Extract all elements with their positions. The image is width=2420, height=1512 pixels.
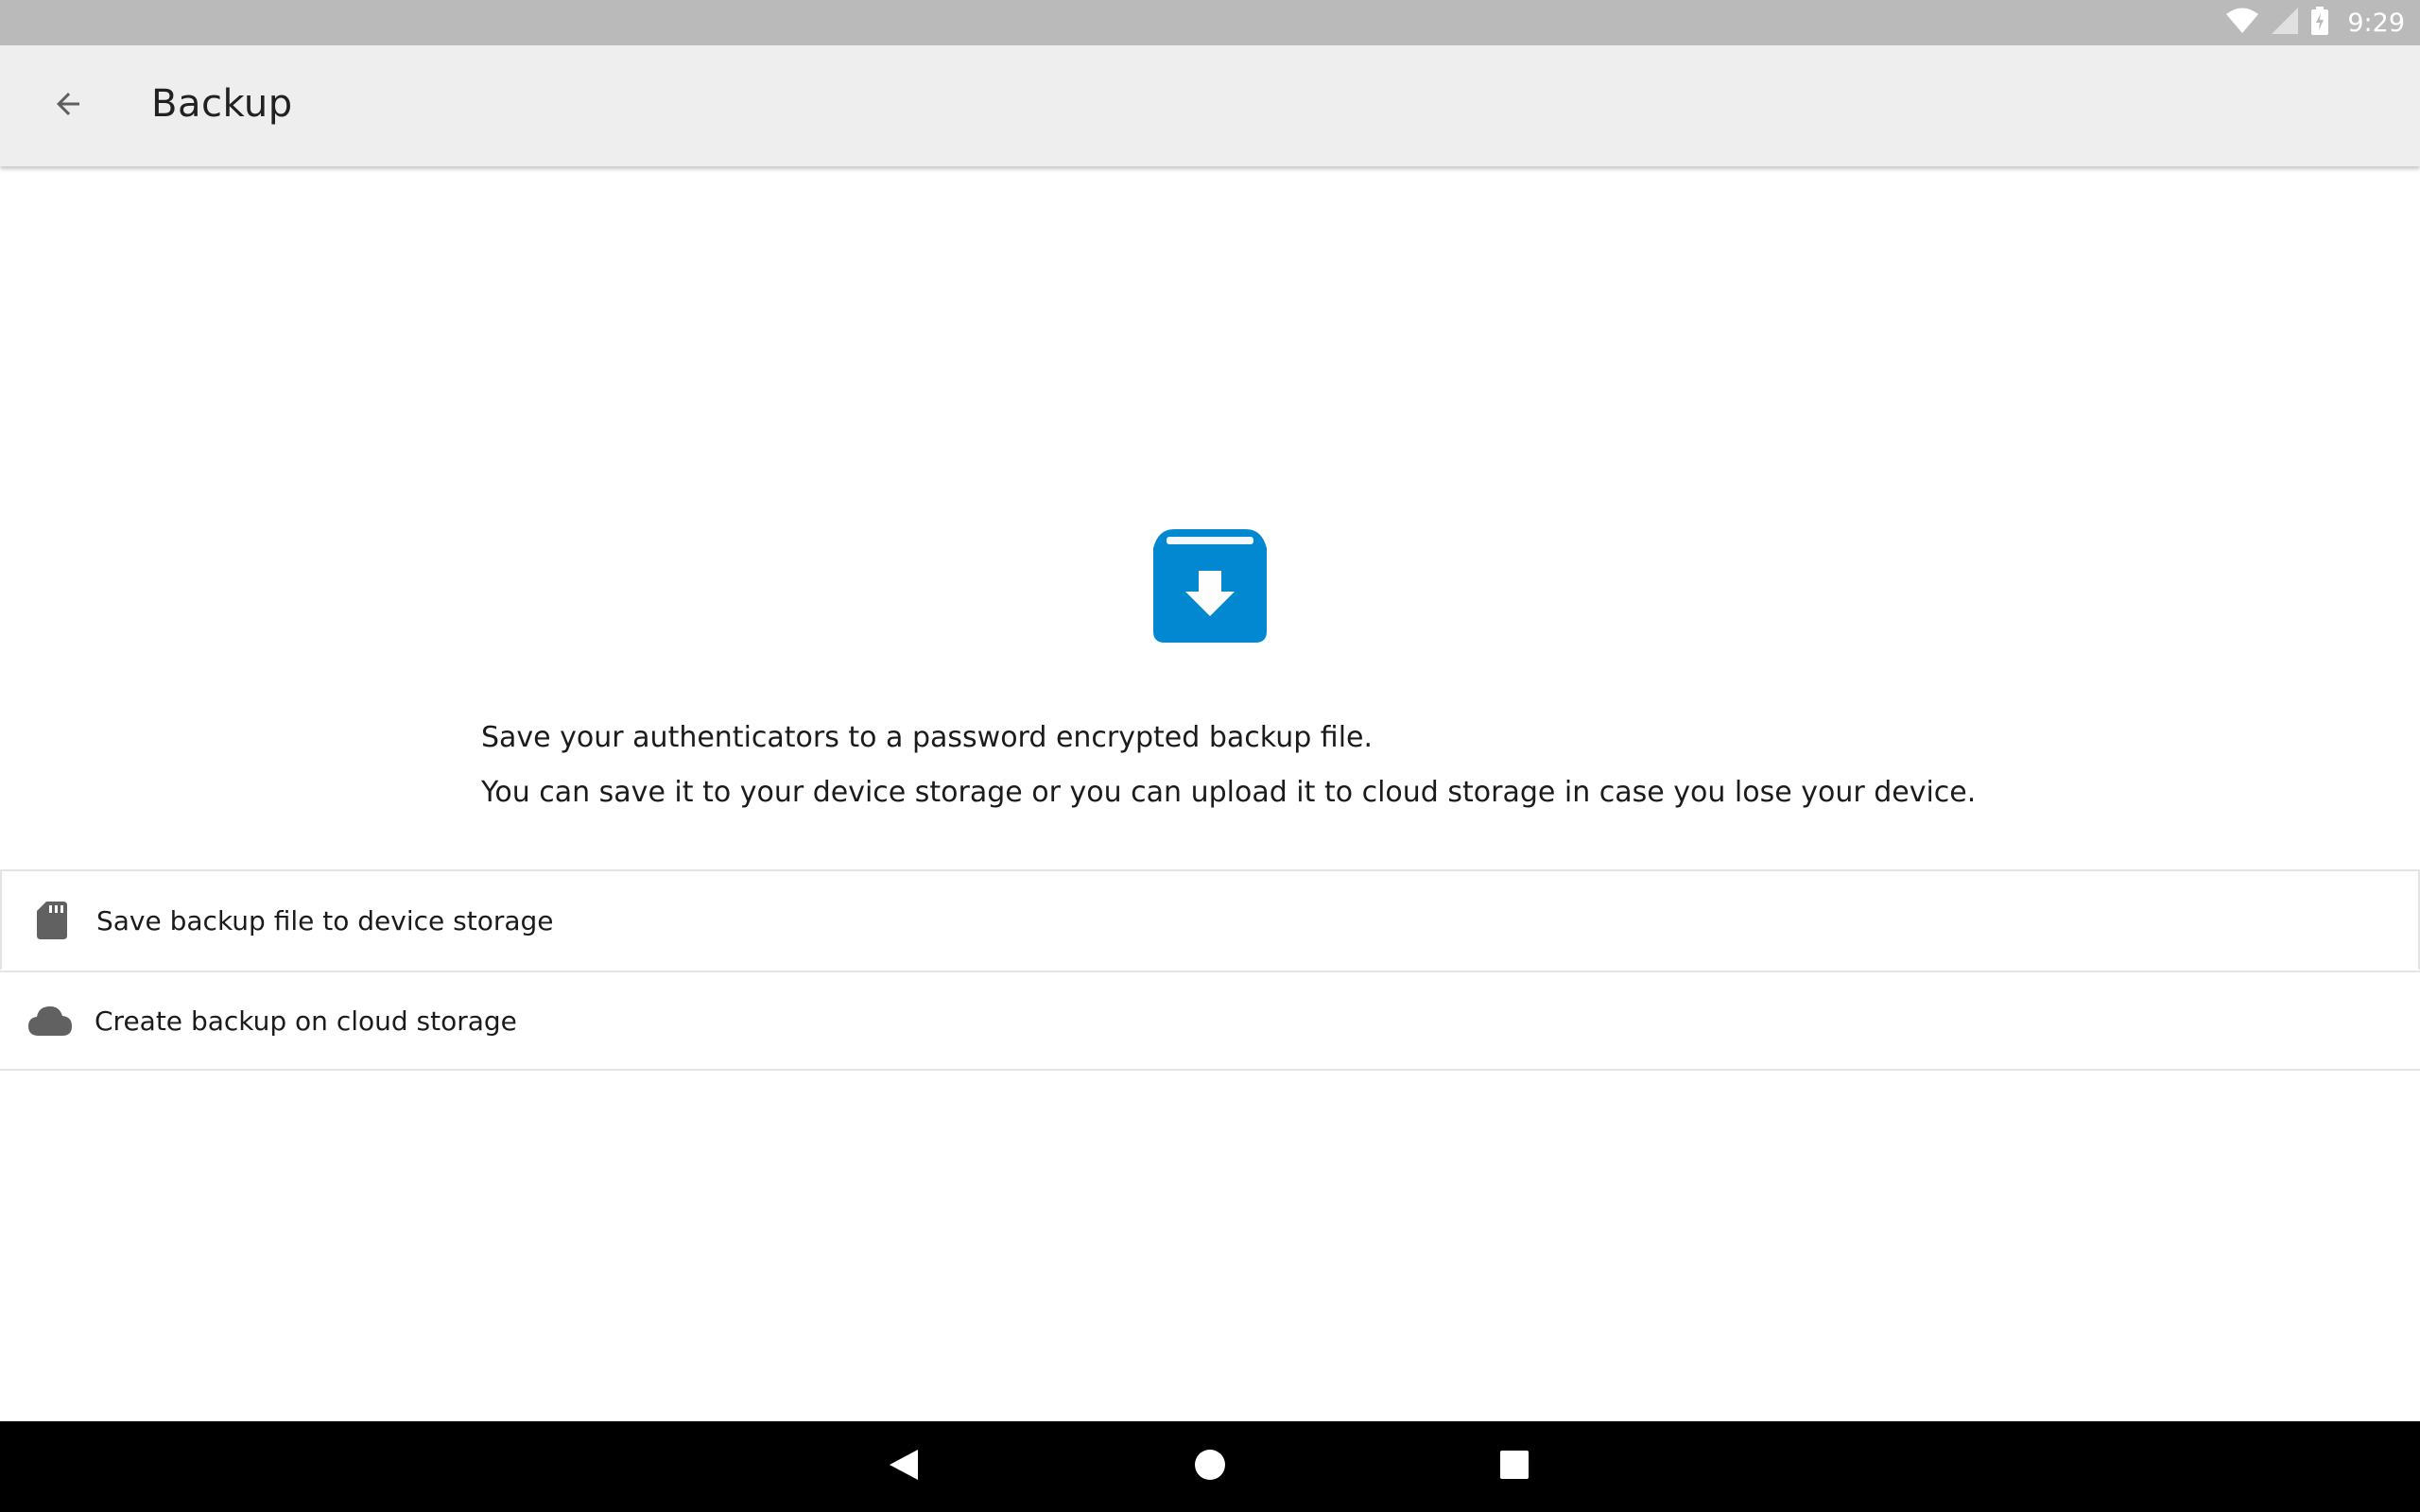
- nav-recents-button[interactable]: [1469, 1421, 1560, 1512]
- cloud-backup-label: Create backup on cloud storage: [95, 1005, 517, 1037]
- status-icons: 9:29: [2226, 0, 2405, 45]
- wifi-icon: [2226, 8, 2259, 38]
- cloud-backup-option[interactable]: Create backup on cloud storage: [0, 971, 2420, 1071]
- status-time: 9:29: [2347, 8, 2405, 38]
- page-title: Backup: [151, 82, 293, 126]
- status-bar: 9:29: [0, 0, 2420, 45]
- back-button[interactable]: [23, 68, 113, 144]
- signal-icon: [2272, 8, 2299, 38]
- nav-home-button[interactable]: [1165, 1421, 1255, 1512]
- save-to-device-label: Save backup file to device storage: [96, 904, 554, 936]
- nav-home-icon: [1193, 1448, 1227, 1486]
- archive-download-icon: [1153, 529, 1267, 643]
- navigation-bar: [0, 1421, 2420, 1512]
- arrow-back-icon: [51, 87, 85, 125]
- description-line-1: Save your authenticators to a password e…: [481, 721, 1374, 754]
- nav-back-icon: [888, 1448, 920, 1486]
- nav-back-button[interactable]: [858, 1421, 949, 1512]
- description-line-2: You can save it to your device storage o…: [481, 776, 1977, 809]
- cloud-icon: [26, 997, 74, 1044]
- nav-recents-icon: [1499, 1450, 1530, 1484]
- app-bar: Backup: [0, 45, 2420, 166]
- description: Save your authenticators to a password e…: [481, 711, 2088, 820]
- save-to-device-option[interactable]: Save backup file to device storage: [0, 869, 2420, 970]
- sd-card-icon: [28, 897, 76, 944]
- battery-charging-icon: [2311, 7, 2329, 39]
